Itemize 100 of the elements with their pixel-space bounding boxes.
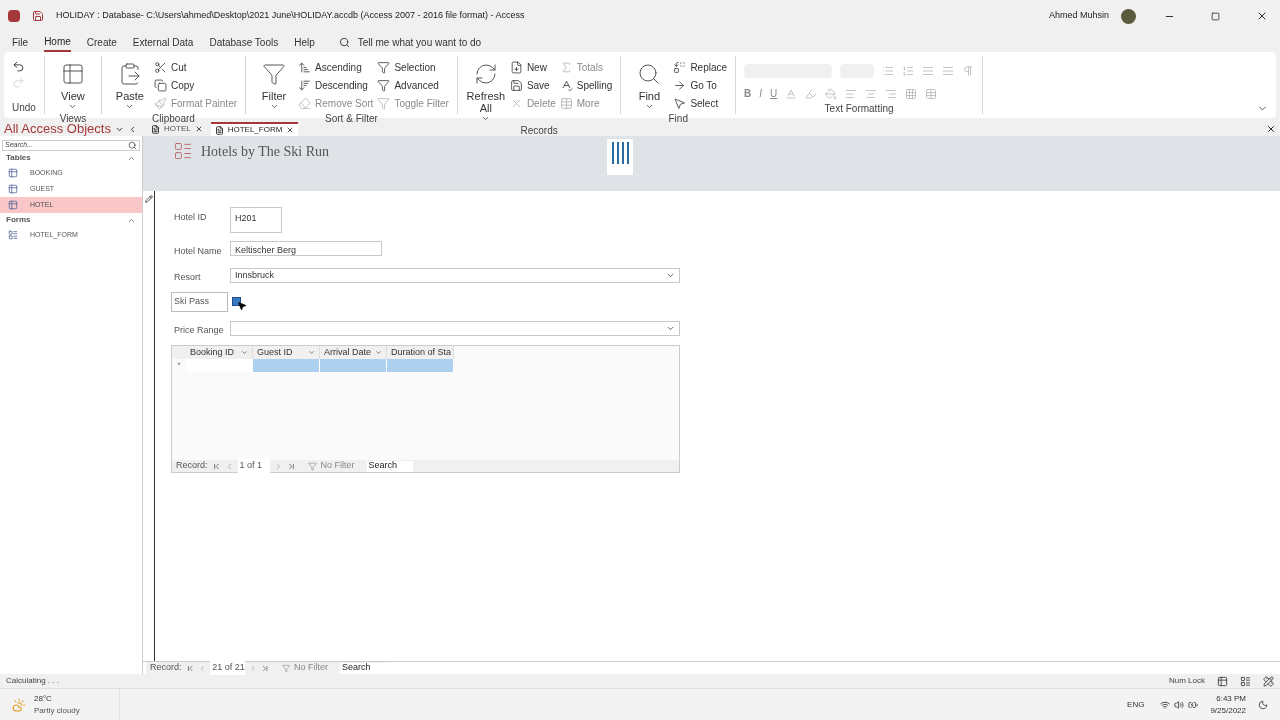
caret-icon <box>68 102 78 111</box>
form-view-icon[interactable] <box>1217 675 1228 687</box>
column-header[interactable]: Guest ID <box>257 345 293 360</box>
navigation-group-header[interactable]: Tables <box>0 151 142 165</box>
avatar[interactable] <box>1121 8 1136 24</box>
funnel-icon <box>377 79 391 92</box>
ribbon-button[interactable]: Cut <box>153 60 238 75</box>
restore-icon[interactable] <box>1211 11 1220 21</box>
moon-icon[interactable] <box>1258 699 1268 710</box>
close-document-icon[interactable] <box>1266 124 1276 134</box>
ribbon-large-button[interactable]: View <box>52 60 93 111</box>
last-record-icon[interactable] <box>261 663 270 673</box>
last-record-icon[interactable] <box>286 461 296 471</box>
cursor-icon <box>237 300 247 311</box>
layout-view-icon[interactable] <box>1240 675 1251 687</box>
clock-time[interactable]: 6:43 PM <box>1216 692 1246 705</box>
menu-tab[interactable]: Create <box>86 32 117 52</box>
group-label: Text Formatting <box>823 102 895 115</box>
first-record-icon[interactable] <box>211 461 221 471</box>
align-left-icon[interactable] <box>845 87 858 100</box>
ribbon-button[interactable]: Replace <box>673 60 728 75</box>
ribbon-large-button[interactable]: Find <box>629 60 670 111</box>
user-name: Ahmed Muhsin <box>1048 9 1109 23</box>
clock-date[interactable]: 9/25/2022 <box>1210 704 1246 717</box>
alternate-row-icon[interactable] <box>925 87 938 100</box>
table-cell[interactable] <box>186 359 253 372</box>
ribbon-button[interactable]: Selection <box>377 60 449 75</box>
column-header[interactable]: Duration of Sta <box>391 345 452 360</box>
record-search-field[interactable]: Search <box>366 460 413 472</box>
ribbon-button[interactable]: Copy <box>153 78 238 93</box>
search-icon[interactable] <box>128 141 137 150</box>
font-color-icon[interactable] <box>785 87 798 100</box>
table-icon <box>8 200 18 210</box>
design-view-icon[interactable] <box>1263 675 1274 687</box>
align-center-icon[interactable] <box>865 87 878 100</box>
menu-tab[interactable]: External Data <box>132 32 194 52</box>
paragraph-icon[interactable] <box>962 65 975 77</box>
ribbon-button[interactable]: Advanced <box>377 78 449 93</box>
caret-icon[interactable] <box>375 349 382 356</box>
ribbon-button[interactable]: Spelling <box>559 78 613 93</box>
table-cell[interactable] <box>253 359 320 372</box>
ribbon-button[interactable]: New <box>509 60 556 75</box>
increase-indent-icon[interactable] <box>942 65 955 77</box>
menu-tab[interactable]: Help <box>294 32 315 52</box>
ribbon-large-button[interactable]: Filter <box>254 60 295 111</box>
record-position[interactable]: 21 of 21 <box>210 661 245 675</box>
ribbon-button[interactable]: Select <box>673 96 728 111</box>
window-title: HOLIDAY : Database- C:\Users\ahmed\Desktop\2021 June\HOLIDAY.accdb (Access 2007 - 2016 file format) - Access <box>56 9 526 23</box>
column-header[interactable]: Arrival Date <box>324 345 371 360</box>
previous-record-icon[interactable] <box>197 663 207 673</box>
document-tab[interactable]: HOTEL <box>164 123 191 135</box>
gridlines-icon[interactable] <box>905 87 918 100</box>
ribbon-button[interactable]: Save <box>509 78 556 93</box>
battery-icon[interactable] <box>1188 699 1199 710</box>
align-right-icon[interactable] <box>885 87 898 100</box>
funnel-icon <box>262 62 287 86</box>
menu-tab[interactable]: File <box>12 32 29 52</box>
tell-me-field[interactable]: Tell me what you want to do <box>357 34 482 50</box>
record-search-field[interactable]: Search <box>339 662 386 674</box>
funnel-icon <box>281 663 290 673</box>
combo-field[interactable] <box>230 320 680 336</box>
weather-icon[interactable] <box>12 697 26 712</box>
combo-field[interactable]: Innsbruck <box>230 267 680 283</box>
volume-icon[interactable] <box>1174 699 1185 710</box>
menu-tab[interactable]: Database Tools <box>209 32 279 52</box>
close-tab-icon[interactable] <box>194 125 203 133</box>
bullets-icon[interactable] <box>882 65 895 77</box>
ribbon-button[interactable]: Go To <box>673 78 728 93</box>
record-label: Record: <box>175 459 208 473</box>
first-record-icon[interactable] <box>185 663 194 673</box>
sort-ascending-icon <box>298 61 312 74</box>
group-label: Views <box>58 112 88 124</box>
wifi-icon[interactable] <box>1160 699 1171 710</box>
highlighter-icon[interactable] <box>805 87 818 100</box>
search-icon <box>338 36 350 48</box>
undo-icon[interactable] <box>12 60 25 73</box>
ribbon-large-button[interactable]: Paste <box>109 60 150 111</box>
navigation-group-header[interactable]: Forms <box>0 213 142 227</box>
ribbon-large-button[interactable]: Refresh All <box>465 60 506 123</box>
record-position[interactable]: 1 of 1 <box>237 459 270 473</box>
form-icon <box>8 230 18 240</box>
ribbon-button[interactable]: Descending <box>298 78 374 93</box>
eraser-icon <box>298 97 312 110</box>
caret-icon[interactable] <box>308 349 315 356</box>
text-field[interactable]: Keltischer Berg <box>230 241 382 256</box>
save-icon <box>509 79 523 92</box>
column-header[interactable]: Booking ID <box>190 345 235 360</box>
text-field[interactable]: H201 <box>230 207 282 233</box>
table-cell[interactable] <box>320 359 387 372</box>
table-cell[interactable] <box>387 359 454 372</box>
caret-icon[interactable] <box>241 349 248 356</box>
close-icon[interactable] <box>1256 10 1268 22</box>
close-tab-icon[interactable] <box>286 126 295 134</box>
paint-bucket-icon[interactable] <box>825 87 838 100</box>
language-indicator[interactable]: ENG <box>1127 698 1145 711</box>
decrease-indent-icon[interactable] <box>922 65 935 77</box>
ribbon-button[interactable]: Ascending <box>298 60 374 75</box>
numbering-icon[interactable] <box>902 65 915 77</box>
group-label: Records <box>519 124 559 137</box>
save-icon[interactable] <box>32 10 44 22</box>
